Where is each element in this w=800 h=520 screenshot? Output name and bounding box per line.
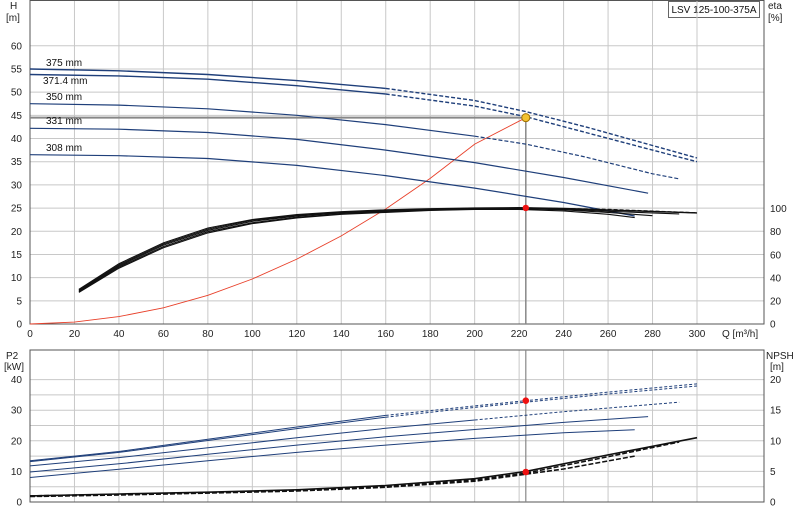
x-axis-label: Q [m³/h]: [722, 329, 758, 340]
y-right-tick-label: 40: [770, 273, 782, 284]
efficiency-duty-marker: [522, 204, 530, 212]
x-tick-label: 80: [202, 329, 214, 340]
p2-tick-label: 10: [11, 467, 23, 478]
x-tick-label: 280: [644, 329, 661, 340]
y-right-axis-unit: [%]: [768, 13, 783, 24]
y-right-tick-label: 60: [770, 250, 782, 261]
y-left-tick-label: 5: [16, 296, 22, 307]
y-left-tick-label: 60: [11, 41, 23, 52]
npsh-curve-2: [29, 455, 635, 498]
p2-tick-label: 0: [16, 498, 22, 509]
efficiency-curve-0: [78, 208, 635, 293]
y-left-tick-label: 10: [11, 273, 23, 284]
y-left-tick-label: 20: [11, 227, 23, 238]
head-curve-dashed-1: [385, 93, 698, 163]
x-tick-label: 160: [377, 329, 394, 340]
x-tick-label: 120: [288, 329, 305, 340]
power-curve-dashed-2: [474, 401, 680, 421]
head-curve-dashed-2: [474, 135, 680, 180]
head-curve-label: 331 mm: [46, 116, 82, 127]
y-left-tick-label: 0: [16, 320, 22, 331]
y-left-tick-label: 15: [11, 250, 23, 261]
y-left-tick-label: 50: [11, 88, 23, 99]
p2-tick-label: 40: [11, 375, 23, 386]
p2-tick-label: 20: [11, 436, 23, 447]
head-curve-label: 308 mm: [46, 143, 82, 154]
efficiency-curve-2: [78, 207, 680, 292]
y-left-tick-label: 30: [11, 180, 23, 191]
x-tick-label: 220: [511, 329, 528, 340]
y-left-axis-label: H: [10, 1, 17, 12]
npsh-axis-unit: [m]: [770, 362, 784, 373]
y-left-axis-unit: [m]: [6, 13, 20, 24]
p2-tick-label: 30: [11, 406, 23, 417]
pump-performance-chart: 0 20 40 60 80 100 120 140 160 180 200 220 240 260 280 3…: [4, 0, 794, 509]
y-left-tick-label: 45: [11, 111, 23, 122]
npsh-tick-label: 5: [770, 467, 776, 478]
x-tick-label: 180: [422, 329, 439, 340]
npsh-tick-label: 10: [770, 436, 782, 447]
npsh-axis-label: NPSH: [766, 351, 794, 362]
x-tick-label: 100: [244, 329, 261, 340]
power-duty-marker: [522, 397, 530, 405]
p2-axis-unit: [kW]: [4, 362, 24, 373]
y-right-tick-label: 0: [770, 320, 776, 331]
duty-point-marker: [521, 113, 531, 123]
y-left-tick-label: 25: [11, 204, 23, 215]
x-tick-label: 260: [600, 329, 617, 340]
x-tick-label: 40: [113, 329, 125, 340]
x-tick-label: 240: [555, 329, 572, 340]
power-curve-dashed-1: [385, 385, 698, 418]
p2-axis-label: P2: [6, 351, 19, 362]
npsh-tick-label: 20: [770, 375, 782, 386]
y-right-tick-label: 100: [770, 204, 787, 215]
x-tick-label: 140: [333, 329, 350, 340]
y-left-tick-label: 35: [11, 157, 23, 168]
y-left-tick-label: 40: [11, 134, 23, 145]
y-left-tick-label: 55: [11, 64, 23, 75]
head-curve-label: 375 mm: [46, 58, 82, 69]
x-tick-label: 300: [689, 329, 706, 340]
npsh-tick-label: 0: [770, 498, 776, 509]
head-curve-label: 371.4 mm: [43, 76, 87, 87]
npsh-duty-marker: [522, 468, 530, 476]
x-tick-label: 20: [69, 329, 81, 340]
head-curve-label: 350 mm: [46, 92, 82, 103]
x-tick-label: 60: [158, 329, 170, 340]
top-plot-frame: [29, 0, 765, 325]
y-right-tick-label: 20: [770, 296, 782, 307]
npsh-tick-label: 15: [770, 406, 782, 417]
y-right-axis-label: eta: [768, 1, 782, 12]
x-tick-label: 200: [466, 329, 483, 340]
power-curve-3: [29, 416, 649, 473]
y-right-tick-label: 80: [770, 227, 782, 238]
x-tick-label: 0: [27, 329, 33, 340]
